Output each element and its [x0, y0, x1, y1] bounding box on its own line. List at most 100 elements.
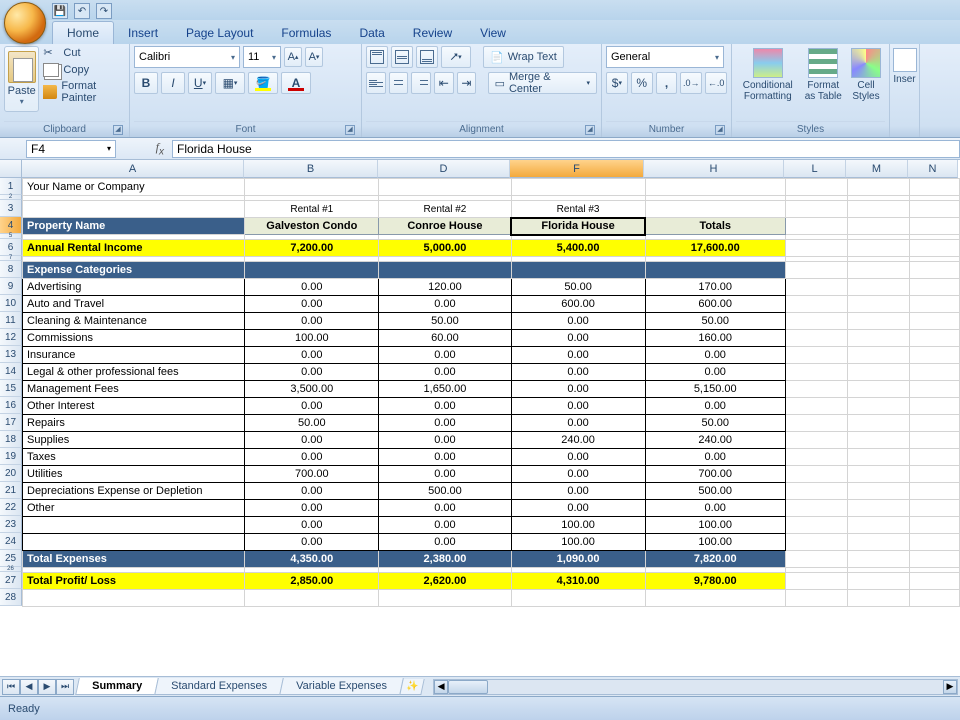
- cell[interactable]: 0.00: [245, 534, 379, 551]
- cell[interactable]: [847, 500, 909, 517]
- cell[interactable]: [645, 590, 785, 607]
- cell[interactable]: 50.00: [379, 313, 511, 330]
- row-header-1[interactable]: 1: [0, 178, 22, 195]
- cell[interactable]: Totals: [645, 218, 785, 235]
- ribbon-tab-view[interactable]: View: [466, 22, 520, 44]
- cell[interactable]: 50.00: [511, 279, 645, 296]
- row-header-28[interactable]: 28: [0, 589, 22, 606]
- cell[interactable]: [909, 240, 959, 257]
- cell[interactable]: 1,650.00: [379, 381, 511, 398]
- cell[interactable]: [785, 573, 847, 590]
- cell[interactable]: 0.00: [511, 364, 645, 381]
- cell[interactable]: [847, 590, 909, 607]
- cell[interactable]: 0.00: [645, 398, 785, 415]
- cell[interactable]: 0.00: [511, 466, 645, 483]
- cell[interactable]: 0.00: [379, 364, 511, 381]
- row-header-23[interactable]: 23: [0, 516, 22, 533]
- row-header-15[interactable]: 15: [0, 380, 22, 397]
- orientation-button[interactable]: ⭧▾: [441, 46, 471, 68]
- align-left-button[interactable]: [366, 72, 386, 94]
- cell[interactable]: 2,620.00: [379, 573, 511, 590]
- cell[interactable]: 100.00: [245, 330, 379, 347]
- cell[interactable]: [847, 381, 909, 398]
- row-header-21[interactable]: 21: [0, 482, 22, 499]
- cell[interactable]: 0.00: [511, 449, 645, 466]
- cell[interactable]: 240.00: [511, 432, 645, 449]
- cell[interactable]: 0.00: [511, 313, 645, 330]
- cell[interactable]: [909, 398, 959, 415]
- cell[interactable]: Florida House: [511, 218, 645, 235]
- decrease-decimal-button[interactable]: ←.0: [705, 72, 727, 94]
- cell[interactable]: [909, 347, 959, 364]
- cell[interactable]: [785, 449, 847, 466]
- cell[interactable]: [909, 313, 959, 330]
- cell[interactable]: [511, 262, 645, 279]
- dialog-launcher-icon[interactable]: ◢: [345, 125, 355, 135]
- cell[interactable]: [847, 466, 909, 483]
- bold-button[interactable]: B: [134, 72, 158, 94]
- row-header-8[interactable]: 8: [0, 261, 22, 278]
- cell[interactable]: Supplies: [23, 432, 245, 449]
- cell[interactable]: Expense Categories: [23, 262, 245, 279]
- cell[interactable]: [645, 201, 785, 218]
- cell[interactable]: [23, 201, 245, 218]
- cell[interactable]: Conroe House: [379, 218, 511, 235]
- cell[interactable]: 0.00: [511, 347, 645, 364]
- row-header-16[interactable]: 16: [0, 397, 22, 414]
- cell[interactable]: Other Interest: [23, 398, 245, 415]
- cell[interactable]: 7,200.00: [245, 240, 379, 257]
- cell[interactable]: [909, 534, 959, 551]
- percent-button[interactable]: %: [631, 72, 653, 94]
- cell[interactable]: 170.00: [645, 279, 785, 296]
- cell[interactable]: [847, 551, 909, 568]
- col-header-A[interactable]: A: [22, 160, 244, 178]
- cell[interactable]: [785, 347, 847, 364]
- cell[interactable]: 160.00: [645, 330, 785, 347]
- ribbon-tab-page-layout[interactable]: Page Layout: [172, 22, 267, 44]
- cell[interactable]: [785, 364, 847, 381]
- cell[interactable]: 0.00: [511, 483, 645, 500]
- col-header-B[interactable]: B: [244, 160, 378, 178]
- cell[interactable]: 0.00: [379, 517, 511, 534]
- cell[interactable]: 0.00: [645, 500, 785, 517]
- cell[interactable]: [785, 179, 847, 196]
- cell[interactable]: Management Fees: [23, 381, 245, 398]
- row-header-6[interactable]: 6: [0, 239, 22, 256]
- cell[interactable]: [379, 590, 511, 607]
- cell-styles-button[interactable]: Cell Styles: [847, 46, 885, 121]
- cell[interactable]: 0.00: [645, 364, 785, 381]
- ribbon-tab-insert[interactable]: Insert: [114, 22, 172, 44]
- cell[interactable]: [847, 313, 909, 330]
- cell[interactable]: Annual Rental Income: [23, 240, 245, 257]
- cell[interactable]: Auto and Travel: [23, 296, 245, 313]
- formula-input[interactable]: Florida House: [172, 140, 960, 158]
- row-header-22[interactable]: 22: [0, 499, 22, 516]
- cell[interactable]: 0.00: [379, 398, 511, 415]
- cell[interactable]: 2,850.00: [245, 573, 379, 590]
- cell[interactable]: [785, 296, 847, 313]
- cut-button[interactable]: ✂Cut: [43, 46, 125, 60]
- scroll-right-button[interactable]: ▶: [943, 680, 957, 694]
- cell[interactable]: 600.00: [645, 296, 785, 313]
- new-sheet-button[interactable]: ✨: [399, 679, 424, 695]
- cell[interactable]: [847, 573, 909, 590]
- cell[interactable]: 0.00: [245, 347, 379, 364]
- row-header-10[interactable]: 10: [0, 295, 22, 312]
- cell[interactable]: 7,820.00: [645, 551, 785, 568]
- decrease-indent-button[interactable]: ⇤: [434, 72, 454, 94]
- cell[interactable]: [909, 415, 959, 432]
- cell[interactable]: [785, 330, 847, 347]
- cell[interactable]: Cleaning & Maintenance: [23, 313, 245, 330]
- cell[interactable]: [847, 449, 909, 466]
- insert-cells-button[interactable]: Inser: [894, 46, 915, 87]
- col-header-L[interactable]: L: [784, 160, 846, 178]
- cell[interactable]: 0.00: [511, 330, 645, 347]
- worksheet[interactable]: ABDFHLMN 1234567891011121314151617181920…: [0, 160, 960, 696]
- col-header-H[interactable]: H: [644, 160, 784, 178]
- dialog-launcher-icon[interactable]: ◢: [585, 125, 595, 135]
- format-as-table-button[interactable]: Format as Table: [800, 46, 847, 121]
- cell[interactable]: [909, 218, 959, 235]
- cell[interactable]: [23, 590, 245, 607]
- cell[interactable]: [847, 398, 909, 415]
- cell[interactable]: 100.00: [511, 517, 645, 534]
